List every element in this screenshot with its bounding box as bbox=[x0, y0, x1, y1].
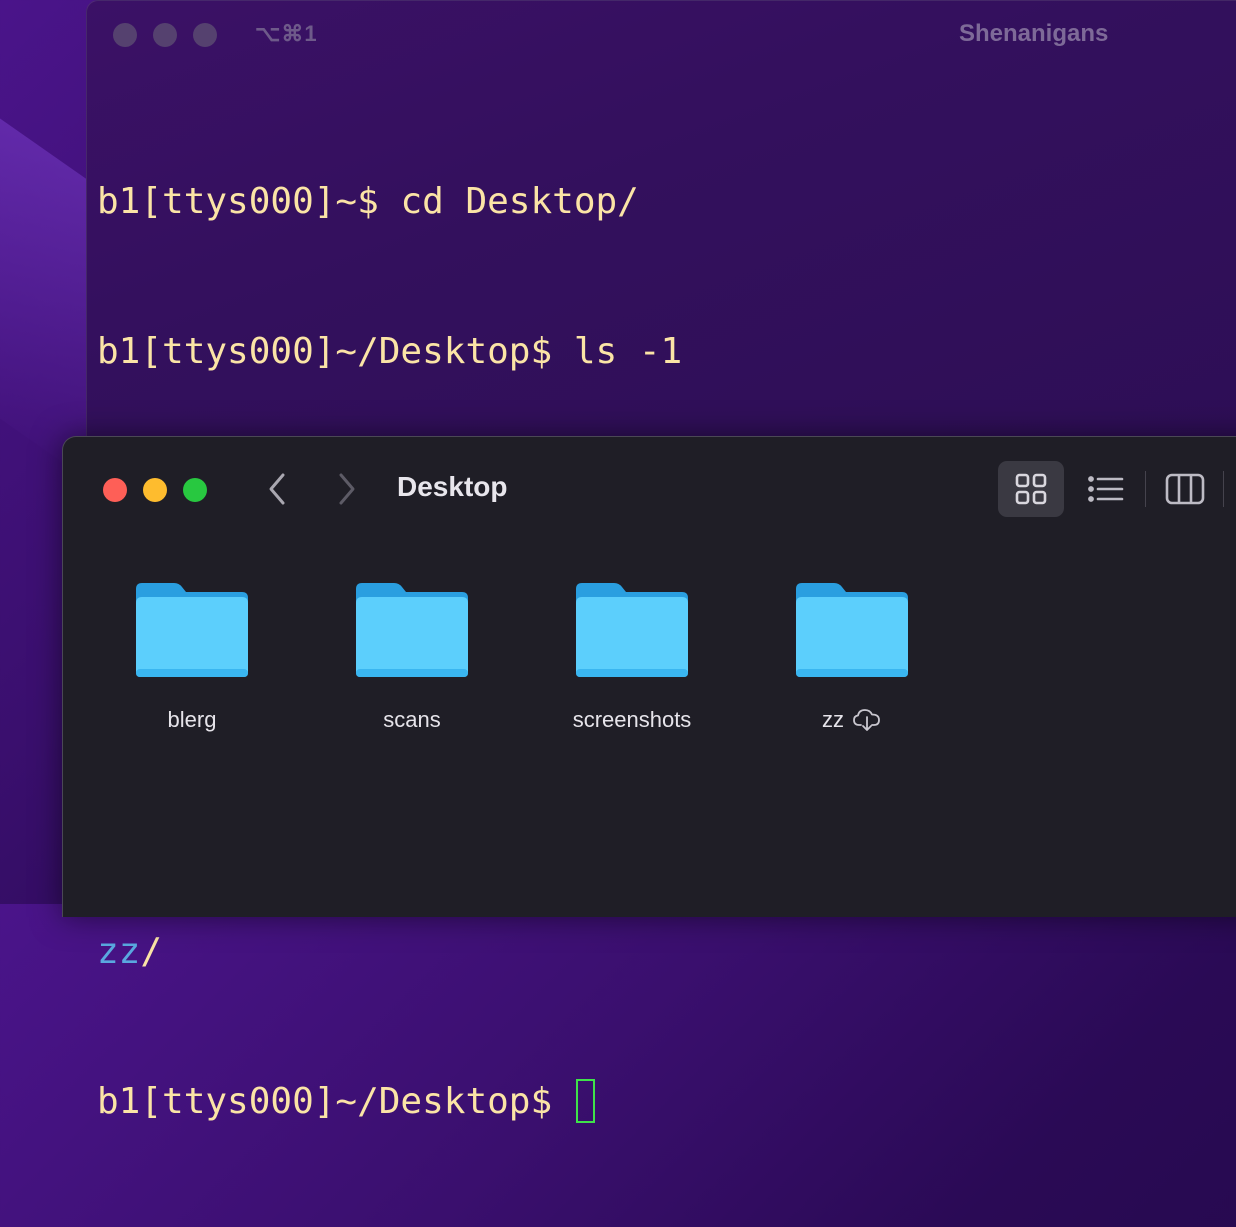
prompt: b1[ttys000]~$ bbox=[97, 181, 401, 222]
terminal-window[interactable]: ⌥⌘1 Shenanigans b1[ttys000]~$ cd Desktop… bbox=[86, 0, 1236, 1123]
folder-item[interactable]: screenshots bbox=[532, 577, 732, 733]
close-button[interactable] bbox=[103, 478, 127, 502]
icon-view-icon bbox=[1015, 473, 1047, 505]
cloud-download-icon[interactable] bbox=[852, 708, 882, 732]
close-button[interactable] bbox=[113, 23, 137, 47]
wallpaper-accent bbox=[0, 118, 90, 482]
finder-window[interactable]: Desktop blerg scans screenshots zz bbox=[62, 436, 1236, 917]
toolbar-divider bbox=[1223, 471, 1224, 507]
column-view-icon bbox=[1165, 473, 1205, 505]
terminal-title: Shenanigans bbox=[959, 20, 1109, 47]
command: cd Desktop/ bbox=[400, 181, 639, 222]
list-view-button[interactable] bbox=[1073, 461, 1139, 517]
terminal-line: b1[ttys000]~/Desktop$ bbox=[97, 1077, 682, 1127]
folder-label: scans bbox=[383, 707, 441, 732]
folder-item[interactable]: scans bbox=[312, 577, 512, 733]
directory-name: zz bbox=[97, 931, 141, 972]
back-chevron-icon bbox=[269, 473, 285, 505]
folder-icon bbox=[792, 577, 912, 681]
folder-item[interactable]: zz bbox=[752, 577, 952, 733]
forward-button[interactable] bbox=[327, 467, 367, 511]
folder-icon bbox=[132, 577, 252, 681]
folder-item[interactable]: blerg bbox=[92, 577, 292, 733]
output-line: zz/ bbox=[97, 927, 682, 977]
list-view-icon bbox=[1088, 476, 1124, 502]
directory-slash: / bbox=[140, 931, 163, 972]
terminal-line: b1[ttys000]~/Desktop$ ls -1 bbox=[97, 327, 682, 377]
terminal-line: b1[ttys000]~$ cd Desktop/ bbox=[97, 177, 682, 227]
text-cursor[interactable] bbox=[575, 1079, 595, 1123]
column-view-button[interactable] bbox=[1153, 461, 1217, 517]
folder-icon bbox=[572, 577, 692, 681]
zoom-button[interactable] bbox=[183, 478, 207, 502]
folder-icon bbox=[352, 577, 472, 681]
minimize-button[interactable] bbox=[143, 478, 167, 502]
terminal-titlebar[interactable]: ⌥⌘1 Shenanigans bbox=[87, 1, 1236, 69]
icon-view-button[interactable] bbox=[998, 461, 1064, 517]
window-title: Desktop bbox=[397, 471, 508, 502]
forward-chevron-icon bbox=[339, 473, 355, 505]
folder-label: screenshots bbox=[572, 707, 692, 732]
toolbar-divider bbox=[1145, 471, 1146, 507]
command: ls -1 bbox=[573, 331, 683, 372]
folder-label: zz bbox=[822, 707, 844, 732]
terminal-shortcut: ⌥⌘1 bbox=[255, 21, 318, 46]
folder-label: blerg bbox=[167, 707, 217, 732]
back-button[interactable] bbox=[257, 467, 297, 511]
zoom-button[interactable] bbox=[193, 23, 217, 47]
minimize-button[interactable] bbox=[153, 23, 177, 47]
prompt: b1[ttys000]~/Desktop$ bbox=[97, 1081, 574, 1122]
prompt: b1[ttys000]~/Desktop$ bbox=[97, 331, 574, 372]
